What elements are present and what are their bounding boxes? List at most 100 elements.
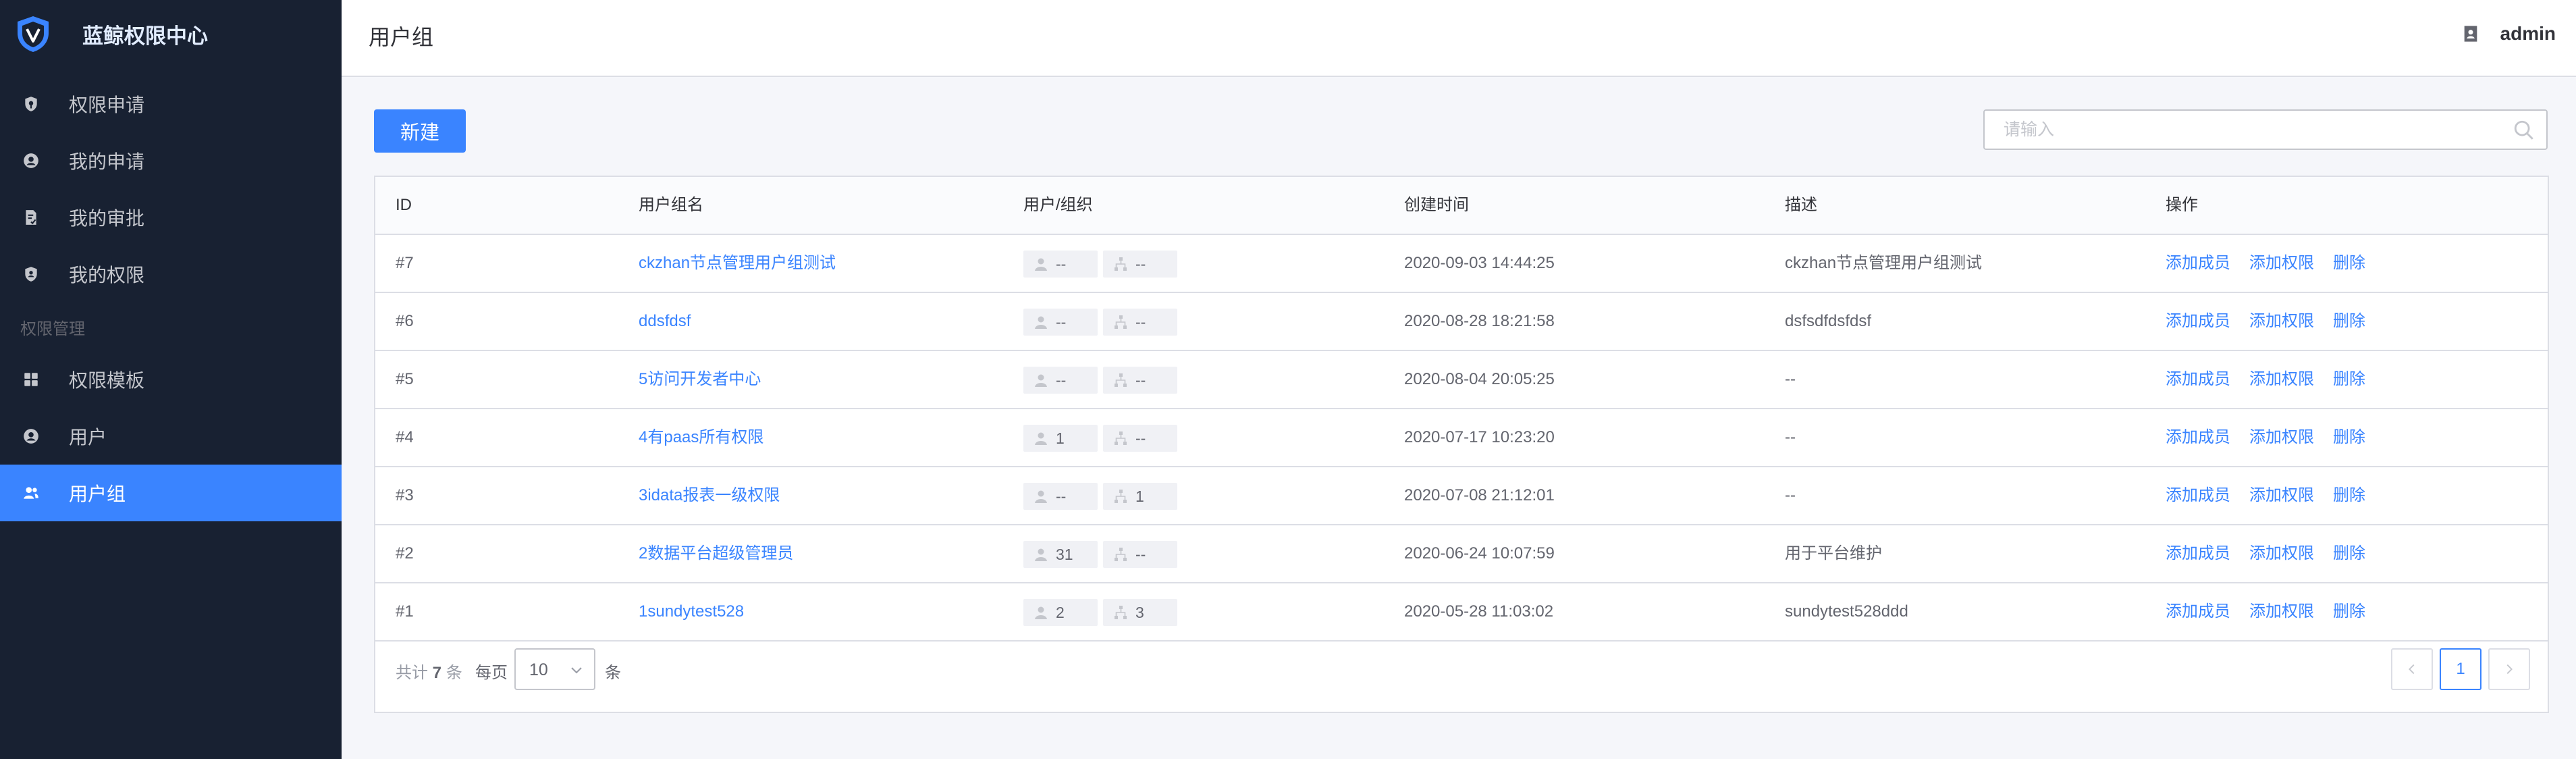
user-count: -- — [1056, 313, 1067, 331]
org-count-tag[interactable]: -- — [1103, 308, 1177, 336]
org-count-tag[interactable]: -- — [1103, 424, 1177, 452]
delete-button[interactable]: 删除 — [2333, 544, 2365, 562]
table-header: ID 用户组名 用户/组织 创建时间 描述 操作 — [375, 177, 2548, 235]
delete-button[interactable]: 删除 — [2333, 486, 2365, 504]
delete-button[interactable]: 删除 — [2333, 428, 2365, 446]
org-count-tag[interactable]: 3 — [1103, 598, 1177, 626]
search-input[interactable] — [1985, 111, 2498, 149]
group-name-link[interactable]: ckzhan节点管理用户组测试 — [639, 235, 836, 292]
add-member-button[interactable]: 添加成员 — [2166, 544, 2230, 562]
row-id: #7 — [396, 254, 414, 272]
row-id: #5 — [396, 370, 414, 388]
shield-key-icon — [22, 95, 41, 113]
per-page-label: 每页 — [475, 664, 508, 682]
org-count: -- — [1135, 313, 1146, 331]
add-permission-button[interactable]: 添加权限 — [2249, 428, 2314, 446]
row-id: #4 — [396, 428, 414, 446]
user-icon — [1035, 374, 1047, 387]
group-name-link[interactable]: ddsfdsf — [639, 293, 691, 350]
chevron-down-icon — [571, 667, 582, 674]
org-tree-icon — [1115, 489, 1127, 503]
row-id: #6 — [396, 312, 414, 330]
add-member-button[interactable]: 添加成员 — [2166, 602, 2230, 621]
add-member-button[interactable]: 添加成员 — [2166, 370, 2230, 388]
sidebar-item-my-approvals[interactable]: 我的审批 — [0, 189, 342, 246]
column-header-actions: 操作 — [2166, 196, 2198, 214]
add-member-button[interactable]: 添加成员 — [2166, 312, 2230, 330]
org-count-tag[interactable]: 1 — [1103, 482, 1177, 510]
user-count-tag[interactable]: 31 — [1023, 540, 1098, 568]
add-member-button[interactable]: 添加成员 — [2166, 428, 2230, 446]
org-count-tag[interactable]: -- — [1103, 250, 1177, 278]
table-footer: 共计 7 条 每页 10 条 1 — [375, 628, 2548, 712]
search-icon[interactable] — [2513, 119, 2535, 142]
sidebar-group-title: 权限管理 — [20, 319, 85, 338]
add-permission-button[interactable]: 添加权限 — [2249, 254, 2314, 272]
group-name-link[interactable]: 3idata报表一级权限 — [639, 467, 780, 524]
add-member-button[interactable]: 添加成员 — [2166, 254, 2230, 272]
user-circle-icon — [22, 427, 41, 446]
sidebar-item-user-groups[interactable]: 用户组 — [0, 465, 342, 521]
org-count-tag[interactable]: -- — [1103, 366, 1177, 394]
delete-button[interactable]: 删除 — [2333, 254, 2365, 272]
page-size-select[interactable]: 10 — [514, 648, 595, 690]
sidebar-item-users[interactable]: 用户 — [0, 408, 342, 465]
brand[interactable]: 蓝鲸权限中心 — [0, 0, 342, 68]
group-name-link[interactable]: 5访问开发者中心 — [639, 351, 761, 408]
page-title: 用户组 — [369, 25, 434, 49]
add-permission-button[interactable]: 添加权限 — [2249, 370, 2314, 388]
org-tree-icon — [1115, 373, 1127, 387]
row-actions: 添加成员 添加权限 删除 — [2166, 235, 2384, 292]
user-count-tag[interactable]: -- — [1023, 482, 1098, 510]
new-button[interactable]: 新建 — [374, 109, 466, 153]
sidebar-item-my-applications[interactable]: 我的申请 — [0, 132, 342, 189]
delete-button[interactable]: 删除 — [2333, 370, 2365, 388]
org-tree-icon — [1115, 315, 1127, 329]
user-count-tag[interactable]: 2 — [1023, 598, 1098, 626]
description: -- — [1785, 486, 1796, 504]
page-button-current[interactable]: 1 — [2440, 648, 2481, 690]
org-count-tag[interactable]: -- — [1103, 540, 1177, 568]
sidebar-item-templates[interactable]: 权限模板 — [0, 351, 342, 408]
user-count-tag[interactable]: 1 — [1023, 424, 1098, 452]
table-row: #7 ckzhan节点管理用户组测试 -- -- 2020-09-03 14:44:25… — [375, 235, 2548, 293]
sidebar: 蓝鲸权限中心 权限申请 我的申请 我的审批 我的权限 权限管理 权限模板 用户 … — [0, 0, 342, 759]
org-count: -- — [1135, 371, 1146, 389]
add-permission-button[interactable]: 添加权限 — [2249, 312, 2314, 330]
org-tree-icon — [1115, 547, 1127, 561]
prev-page-button[interactable] — [2391, 648, 2433, 690]
created-time: 2020-07-08 21:12:01 — [1404, 486, 1555, 504]
user-count: 1 — [1056, 429, 1065, 447]
user-count-tag[interactable]: -- — [1023, 250, 1098, 278]
sidebar-item-apply[interactable]: 权限申请 — [0, 76, 342, 132]
add-member-button[interactable]: 添加成员 — [2166, 486, 2230, 504]
delete-button[interactable]: 删除 — [2333, 602, 2365, 621]
created-time: 2020-08-28 18:21:58 — [1404, 312, 1555, 330]
group-name-link[interactable]: 2数据平台超级管理员 — [639, 525, 793, 582]
user-count-tag[interactable]: -- — [1023, 308, 1098, 336]
org-count: -- — [1135, 429, 1146, 447]
add-permission-button[interactable]: 添加权限 — [2249, 602, 2314, 621]
member-counts: 31 -- — [1023, 525, 1183, 582]
add-permission-button[interactable]: 添加权限 — [2249, 486, 2314, 504]
created-time: 2020-06-24 10:07:59 — [1404, 544, 1555, 562]
user-menu[interactable]: admin — [2461, 23, 2556, 45]
column-header-name: 用户组名 — [639, 196, 703, 214]
created-time: 2020-08-04 20:05:25 — [1404, 370, 1555, 388]
user-count-tag[interactable]: -- — [1023, 366, 1098, 394]
total-count: 共计 7 条 — [396, 664, 462, 682]
grid-icon — [22, 370, 41, 389]
group-name-link[interactable]: 4有paas所有权限 — [639, 409, 763, 466]
column-header-description: 描述 — [1785, 196, 1817, 214]
user-count: -- — [1056, 487, 1067, 505]
org-count: 1 — [1135, 487, 1144, 505]
sidebar-item-my-permissions[interactable]: 我的权限 — [0, 246, 342, 303]
member-counts: -- -- — [1023, 293, 1183, 350]
delete-button[interactable]: 删除 — [2333, 312, 2365, 330]
table-row: #3 3idata报表一级权限 -- 1 2020-07-08 21:12:01 -- 添加… — [375, 467, 2548, 525]
per-page-unit: 条 — [605, 664, 621, 682]
next-page-button[interactable] — [2488, 648, 2530, 690]
table-body: #7 ckzhan节点管理用户组测试 -- -- 2020-09-03 14:44:25… — [375, 235, 2548, 642]
add-permission-button[interactable]: 添加权限 — [2249, 544, 2314, 562]
column-header-created: 创建时间 — [1404, 196, 1469, 214]
